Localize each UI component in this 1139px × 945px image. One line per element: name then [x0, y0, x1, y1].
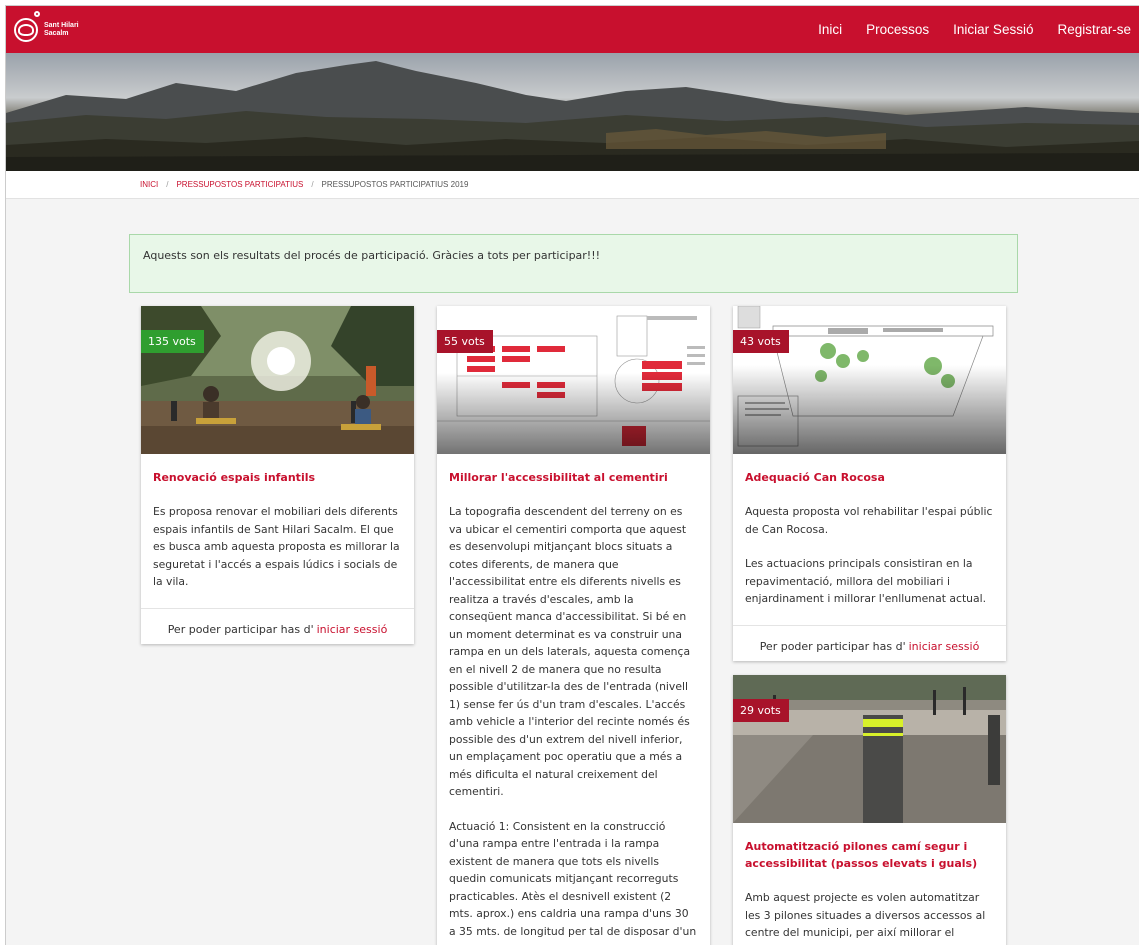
description-paragraph: Amb aquest projecte es volen automatitza…	[745, 891, 986, 939]
vote-count-badge: 55 vots	[437, 330, 493, 353]
logo-text: Sant Hilari Sacalm	[44, 22, 79, 38]
breadcrumb-pressupostos[interactable]: PRESSUPOSTOS PARTICIPATIUS	[176, 180, 303, 189]
cemetery-plan-drawing	[437, 306, 710, 454]
nav-register[interactable]: Registrar-se	[1057, 22, 1131, 37]
participate-text: Per poder participar has d'	[167, 623, 314, 636]
login-link[interactable]: iniciar sessió	[317, 623, 388, 636]
proposal-description: Amb aquest projecte es volen automatitza…	[745, 889, 994, 942]
description-paragraph: Les actuacions principals consistiran en…	[745, 557, 987, 605]
logo-line-2: Sacalm	[44, 29, 69, 37]
participate-footer: Per poder participar has d' iniciar sess…	[733, 624, 1006, 662]
description-paragraph: Actuació 1: Consistent en la construcció…	[449, 819, 697, 938]
breadcrumb-current: PRESSUPOSTOS PARTICIPATIUS 2019	[321, 180, 469, 189]
proposal-image[interactable]: 135 vots	[141, 306, 414, 454]
proposal-image[interactable]: 43 vots	[733, 306, 1006, 454]
proposal-description: Es proposa renovar el mobiliari dels dif…	[153, 503, 402, 591]
mountain-landscape	[6, 61, 1139, 171]
top-navbar: Sant Hilari Sacalm Inici Processos Inici…	[6, 6, 1139, 53]
proposal-image[interactable]: 29 vots	[733, 675, 1006, 823]
description-paragraph: Aquesta proposta vol rehabilitar l'espai…	[745, 505, 993, 536]
breadcrumb-separator: /	[311, 180, 314, 189]
site-logo[interactable]: Sant Hilari Sacalm	[14, 10, 79, 42]
proposal-title[interactable]: Renovació espais infantils	[153, 469, 402, 486]
participate-footer: Per poder participar has d' iniciar sess…	[141, 607, 414, 645]
proposal-description: La topografia descendent del terreny on …	[449, 503, 698, 940]
breadcrumb-separator: /	[166, 180, 169, 189]
proposal-title[interactable]: Adequació Can Rocosa	[745, 469, 994, 486]
nav-processos[interactable]: Processos	[866, 22, 929, 37]
nav-inici[interactable]: Inici	[818, 22, 842, 37]
logo-line-1: Sant Hilari	[44, 21, 79, 29]
results-notice: Aquests son els resultats del procés de …	[129, 234, 1018, 293]
login-link[interactable]: iniciar sessió	[909, 640, 980, 653]
bollard-photo	[733, 675, 1006, 823]
proposal-card: 135 vots Renovació espais infantils Es p…	[141, 306, 414, 644]
participate-text: Per poder participar has d'	[759, 640, 906, 653]
breadcrumb-inici[interactable]: INICI	[140, 180, 158, 189]
proposal-card: 29 vots Automatització pilones camí segu…	[733, 675, 1006, 945]
can-rocosa-plan-drawing	[733, 306, 1006, 454]
proposal-title[interactable]: Automatització pilones camí segur i acce…	[745, 838, 994, 872]
main-nav: Inici Processos Iniciar Sessió Registrar…	[818, 22, 1131, 37]
proposal-title[interactable]: Millorar l'accessibilitat al cementiri	[449, 469, 698, 486]
vote-count-badge: 43 vots	[733, 330, 789, 353]
description-paragraph: Es proposa renovar el mobiliari dels dif…	[153, 505, 400, 588]
nav-login[interactable]: Iniciar Sessió	[953, 22, 1033, 37]
logo-icon	[14, 10, 40, 42]
proposal-description: Aquesta proposta vol rehabilitar l'espai…	[745, 503, 994, 608]
hero-banner-image	[6, 53, 1139, 171]
proposal-image[interactable]: 55 vots	[437, 306, 710, 454]
vote-count-badge: 135 vots	[141, 330, 204, 353]
description-paragraph: La topografia descendent del terreny on …	[449, 505, 691, 798]
vote-count-badge: 29 vots	[733, 699, 789, 722]
proposal-card: 43 vots Adequació Can Rocosa Aquesta pro…	[733, 306, 1006, 661]
browser-viewport: Sant Hilari Sacalm Inici Processos Inici…	[5, 5, 1139, 945]
proposal-card: 55 vots Millorar l'accessibilitat al cem…	[437, 306, 710, 945]
playground-photo	[141, 306, 414, 454]
breadcrumb: INICI / PRESSUPOSTOS PARTICIPATIUS / PRE…	[6, 171, 1139, 199]
